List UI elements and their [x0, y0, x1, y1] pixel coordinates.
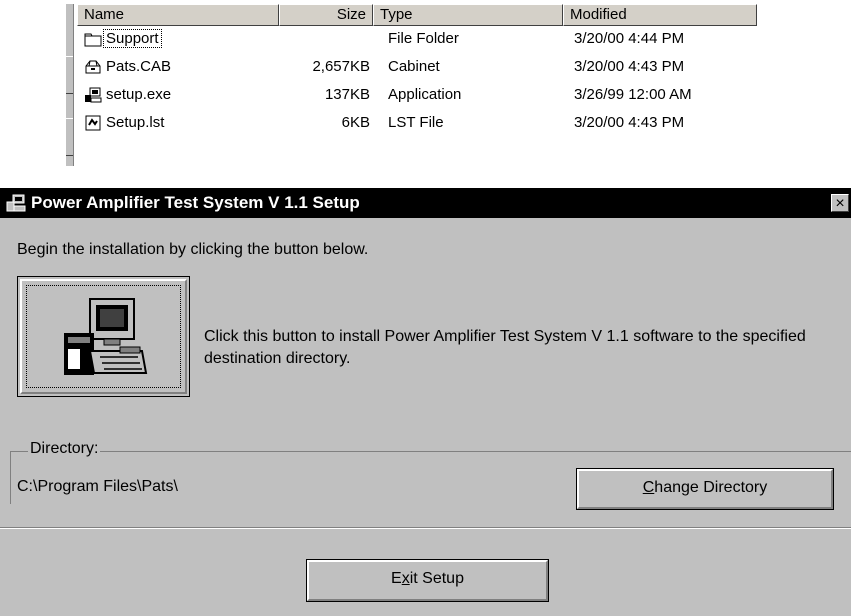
lst-file-icon — [84, 115, 102, 131]
setup-app-icon — [6, 194, 26, 212]
setup-exe-icon — [84, 87, 102, 103]
explorer-scrollbar[interactable] — [66, 4, 74, 166]
file-size: 2,657KB — [312, 58, 370, 75]
scrollbar-thumb[interactable] — [66, 56, 73, 94]
exit-setup-button[interactable]: Exit Setup — [306, 559, 549, 602]
accelerator-key: x — [401, 570, 410, 587]
change-directory-label: Change Directory — [643, 479, 768, 496]
computer-install-icon — [64, 298, 148, 375]
column-header-name[interactable]: Name — [77, 4, 279, 26]
file-row[interactable]: Support File Folder 3/20/00 4:44 PM — [84, 28, 844, 56]
file-name[interactable]: Pats.CAB — [104, 58, 173, 75]
file-name[interactable]: setup.exe — [104, 86, 173, 103]
install-button[interactable] — [17, 276, 190, 397]
file-type: LST File — [388, 114, 444, 131]
setup-dialog: Power Amplifier Test System V 1.1 Setup … — [0, 188, 851, 616]
file-modified: 3/26/99 12:00 AM — [574, 86, 692, 103]
change-directory-label-rest: hange Directory — [654, 479, 768, 496]
file-type: File Folder — [388, 30, 459, 47]
file-modified: 3/20/00 4:44 PM — [574, 30, 685, 47]
folder-icon — [84, 31, 102, 47]
directory-path: C:\Program Files\Pats\ — [17, 478, 178, 495]
directory-label: Directory: — [28, 440, 101, 458]
accelerator-key: C — [642, 479, 655, 496]
cabinet-icon — [84, 59, 102, 75]
file-row[interactable]: Setup.lst 6KB LST File 3/20/00 4:43 PM — [84, 112, 844, 140]
file-row[interactable]: setup.exe 137KB Application 3/26/99 12:0… — [84, 84, 844, 112]
explorer-file-list: Name Size Type Modified Support File Fol… — [44, 0, 851, 172]
file-type: Cabinet — [388, 58, 440, 75]
file-type: Application — [388, 86, 462, 103]
file-size: 137KB — [324, 86, 370, 103]
install-description: Click this button to install Power Ampli… — [204, 328, 806, 367]
window-title: Power Amplifier Test System V 1.1 Setup — [31, 193, 360, 212]
file-name[interactable]: Support — [103, 29, 162, 48]
separator — [0, 527, 851, 529]
column-headers: Name Size Type Modified — [77, 4, 757, 26]
column-header-size[interactable]: Size — [279, 4, 373, 26]
column-header-modified[interactable]: Modified — [563, 4, 757, 26]
title-bar[interactable]: Power Amplifier Test System V 1.1 Setup … — [0, 188, 851, 218]
scrollbar-thumb-lower[interactable] — [66, 118, 73, 156]
file-row[interactable]: Pats.CAB 2,657KB Cabinet 3/20/00 4:43 PM — [84, 56, 844, 84]
file-modified: 3/20/00 4:43 PM — [574, 58, 685, 75]
exit-setup-label: Exit Setup — [391, 570, 464, 587]
file-size: 6KB — [341, 114, 370, 131]
file-name[interactable]: Setup.lst — [104, 114, 166, 131]
change-directory-button[interactable]: Change Directory — [576, 468, 834, 510]
close-button[interactable]: × — [831, 194, 849, 212]
file-modified: 3/20/00 4:43 PM — [574, 114, 685, 131]
exit-setup-label-rest: it Setup — [409, 570, 464, 587]
exit-setup-label-pre: E — [391, 570, 402, 587]
intro-text: Begin the installation by clicking the b… — [17, 241, 369, 258]
column-header-type[interactable]: Type — [373, 4, 563, 26]
file-rows: Support File Folder 3/20/00 4:44 PM Pats… — [84, 28, 844, 140]
